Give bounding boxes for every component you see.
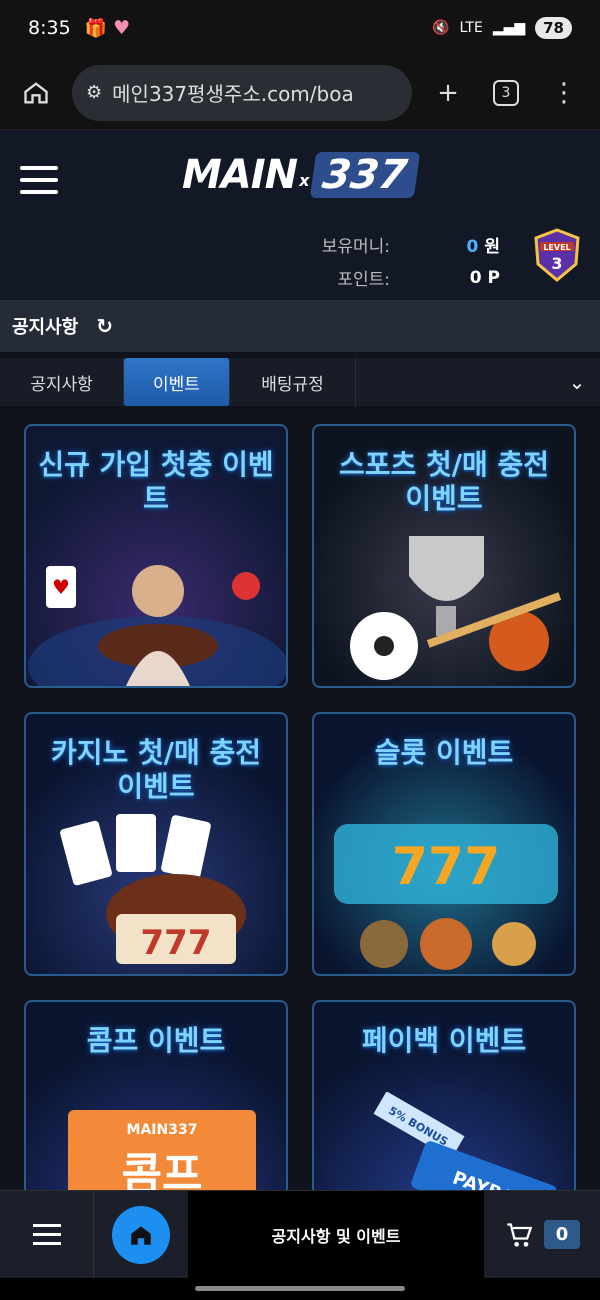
site-settings-icon[interactable]: ⚙	[86, 82, 102, 103]
point-value: 0	[469, 267, 482, 288]
logo-number: 337	[310, 152, 421, 198]
tab-bar: 공지사항 이벤트 배팅규정 ⌄	[0, 352, 600, 406]
cart-icon	[507, 1222, 533, 1247]
money-label: 보유머니:	[321, 237, 390, 257]
tab-notice[interactable]: 공지사항	[0, 358, 124, 406]
svg-text:777: 777	[141, 923, 212, 963]
hamburger-menu-icon[interactable]	[20, 166, 58, 202]
bottom-navigation: 공지사항 및 이벤트 0	[0, 1190, 600, 1278]
money-value: 0	[466, 237, 479, 257]
gift-icon: 🎁	[84, 17, 108, 39]
home-icon	[112, 1205, 170, 1264]
svg-text:♥: ♥	[52, 575, 70, 599]
status-time: 8:35	[28, 17, 71, 39]
event-card-title: 신규 가입 첫충 이벤트	[38, 448, 274, 515]
tab-event[interactable]: 이벤트	[124, 358, 230, 406]
casino-slot-illustration: 777	[60, 814, 246, 964]
menu-icon[interactable]	[0, 1191, 94, 1278]
balance-panel: 보유머니: 0원 포인트: 0P	[300, 232, 500, 298]
logo-main: MAIN	[182, 152, 298, 198]
network-label: LTE	[459, 20, 483, 36]
browser-toolbar: ⚙ 메인337평생주소.com/boa + 3 ⋮	[0, 56, 600, 130]
tab-switcher-button[interactable]: 3	[484, 71, 528, 115]
event-card-title: 페이백 이벤트	[361, 1024, 527, 1057]
url-text: 메인337평생주소.com/boa	[112, 82, 354, 106]
tab-betting-rules[interactable]: 배팅규정	[230, 358, 356, 406]
section-title: 공지사항	[12, 317, 79, 338]
event-card-title: 스포츠 첫/매 충전 이벤트	[338, 448, 550, 515]
point-unit: P	[487, 267, 500, 288]
event-card[interactable]: 슬롯 이벤트 777	[312, 712, 576, 976]
cart-button[interactable]: 0	[484, 1220, 600, 1249]
system-home-indicator	[0, 1278, 600, 1300]
site-logo[interactable]: MAIN x 337	[182, 152, 421, 198]
event-grid: 신규 가입 첫충 이벤트 ♥ 스포츠 첫/매 충전 이벤트 카지노 첫/매 충전…	[0, 406, 600, 1282]
chevron-down-icon[interactable]: ⌄	[554, 370, 600, 394]
event-card[interactable]: 카지노 첫/매 충전 이벤트 777	[24, 712, 288, 976]
sports-trophy-illustration	[350, 536, 562, 680]
event-card-title: 콤프 이벤트	[86, 1024, 226, 1057]
money-unit: 원	[484, 237, 500, 257]
event-card-title: 슬롯 이벤트	[374, 736, 514, 769]
event-card[interactable]: 스포츠 첫/매 충전 이벤트	[312, 424, 576, 688]
home-button[interactable]	[94, 1191, 188, 1278]
signal-icon: ▂▄▆	[492, 20, 526, 36]
event-card[interactable]: 신규 가입 첫충 이벤트 ♥	[24, 424, 288, 688]
level-badge-icon[interactable]: LEVEL 3	[532, 226, 582, 284]
casino-illustration: ♥	[28, 565, 286, 686]
url-bar[interactable]: ⚙ 메인337평생주소.com/boa	[72, 64, 412, 121]
point-label: 포인트:	[337, 270, 390, 290]
new-tab-icon[interactable]: +	[426, 71, 470, 115]
event-card-title: 카지노 첫/매 충전 이벤트	[50, 736, 262, 803]
comp-ticket-brand: MAIN337	[126, 1122, 198, 1138]
battery-badge: 78	[535, 17, 572, 39]
level-number: 3	[551, 254, 562, 273]
svg-text:777: 777	[392, 837, 501, 897]
mute-icon: 🔇	[432, 20, 450, 36]
site-header: MAIN x 337 보유머니: 0원 포인트: 0P LEVEL 3	[0, 130, 600, 300]
more-menu-icon[interactable]: ⋮	[542, 71, 586, 115]
home-icon[interactable]	[14, 71, 58, 115]
slot-machine-illustration: 777	[334, 824, 558, 970]
status-bar: 8:35 🎁 ♥ 🔇 LTE ▂▄▆ 78	[0, 0, 600, 56]
bottom-nav-title: 공지사항 및 이벤트	[188, 1191, 484, 1278]
cart-count: 0	[543, 1220, 581, 1249]
section-header: 공지사항 ↻	[0, 300, 600, 352]
level-text: LEVEL	[543, 243, 570, 252]
logo-x: x	[299, 170, 310, 190]
refresh-icon[interactable]: ↻	[96, 314, 113, 338]
tab-count: 3	[493, 79, 519, 106]
heart-icon: ♥	[113, 17, 131, 39]
